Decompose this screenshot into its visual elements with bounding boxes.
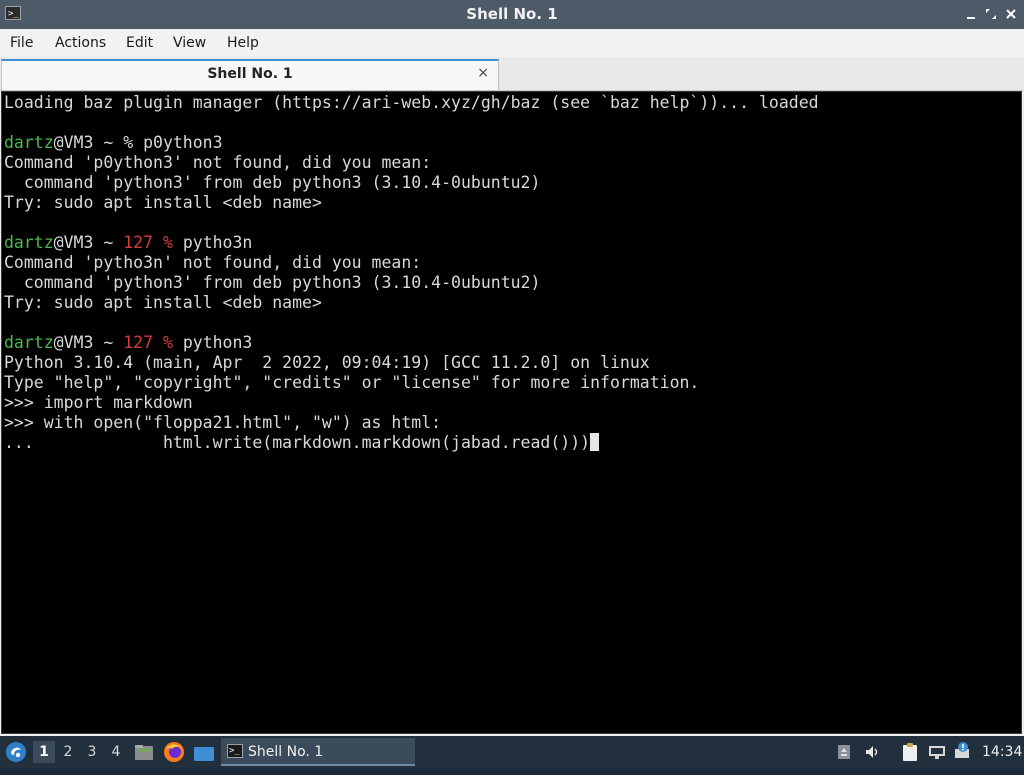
tab-shell-1[interactable]: Shell No. 1 × <box>1 59 499 90</box>
terminal-text: Loading baz plugin manager (https://ari-… <box>4 93 819 112</box>
terminal-text: Command 'pytho3n' not found, did you mea… <box>4 253 422 272</box>
terminal-line: dartz@VM3 ~ % p0ython3 <box>4 133 1021 153</box>
close-icon[interactable] <box>1003 6 1019 22</box>
terminal-window: >_ Shell No. 1 File Actions Edit View He… <box>0 0 1024 736</box>
clock[interactable]: 14:34 <box>982 736 1022 768</box>
terminal-output[interactable]: Loading baz plugin manager (https://ari-… <box>1 91 1022 734</box>
terminal-text: command 'python3' from deb python3 (3.10… <box>4 273 541 292</box>
terminal-text: Python 3.10.4 (main, Apr 2 2022, 09:04:1… <box>4 353 650 372</box>
menu-help[interactable]: Help <box>227 29 259 57</box>
title-bar[interactable]: >_ Shell No. 1 <box>0 0 1024 29</box>
menu-file[interactable]: File <box>10 29 33 57</box>
terminal-text: Type "help", "copyright", "credits" or "… <box>4 373 700 392</box>
volume-icon[interactable] <box>864 744 880 760</box>
terminal-text: command 'python3' from deb python3 (3.10… <box>4 173 541 192</box>
terminal-line: >>> import markdown <box>4 393 1021 413</box>
terminal-text: @VM3 ~ % p0ython3 <box>53 133 223 152</box>
workspace-1[interactable]: 1 <box>33 741 55 763</box>
terminal-text: ... html.write(markdown.markdown(jabad.r… <box>4 433 591 452</box>
clipboard-icon[interactable] <box>901 742 919 762</box>
terminal-text: Try: sudo apt install <deb name> <box>4 193 322 212</box>
terminal-line: Try: sudo apt install <deb name> <box>4 193 1021 213</box>
terminal-line: command 'python3' from deb python3 (3.10… <box>4 273 1021 293</box>
terminal-line: Try: sudo apt install <deb name> <box>4 293 1021 313</box>
taskbar: 1 2 3 4 >_ Shell No. 1 14:34 <box>0 736 1024 768</box>
terminal-text: >>> with open("floppa21.html", "w") as h… <box>4 413 442 432</box>
workspace-2[interactable]: 2 <box>57 741 79 763</box>
task-label: Shell No. 1 <box>248 744 324 760</box>
terminal-text: 127 % <box>123 333 173 352</box>
terminal-line: Python 3.10.4 (main, Apr 2 2022, 09:04:1… <box>4 353 1021 373</box>
terminal-text: pytho3n <box>172 233 253 252</box>
maximize-icon[interactable] <box>983 6 999 22</box>
terminal-line: ... html.write(markdown.markdown(jabad.r… <box>4 433 1021 453</box>
window-title: Shell No. 1 <box>466 5 558 23</box>
terminal-text: dartz <box>4 333 54 352</box>
terminal-text: @VM3 ~ <box>53 333 124 352</box>
terminal-cursor <box>590 433 600 451</box>
network-icon[interactable] <box>928 744 945 760</box>
start-menu-icon[interactable] <box>5 741 27 763</box>
menu-bar: File Actions Edit View Help <box>0 29 1024 57</box>
desktop-icon[interactable] <box>193 743 215 761</box>
taskbar-task-shell[interactable]: >_ Shell No. 1 <box>221 738 415 766</box>
terminal-line: Loading baz plugin manager (https://ari-… <box>4 93 1021 113</box>
workspace-3[interactable]: 3 <box>81 741 103 763</box>
terminal-text: >>> import markdown <box>4 393 193 412</box>
file-manager-icon[interactable] <box>134 742 154 762</box>
tab-label: Shell No. 1 <box>207 66 293 82</box>
terminal-text: dartz <box>4 133 54 152</box>
terminal-line: dartz@VM3 ~ 127 % python3 <box>4 333 1021 353</box>
tab-close-icon[interactable]: × <box>477 61 489 86</box>
terminal-line: Type "help", "copyright", "credits" or "… <box>4 373 1021 393</box>
menu-view[interactable]: View <box>173 29 206 57</box>
menu-edit[interactable]: Edit <box>126 29 153 57</box>
menu-actions[interactable]: Actions <box>55 29 106 57</box>
terminal-line: Command 'pytho3n' not found, did you mea… <box>4 253 1021 273</box>
tab-bar: Shell No. 1 × <box>0 57 1024 91</box>
terminal-text: Command 'p0ython3' not found, did you me… <box>4 153 432 172</box>
terminal-text: Try: sudo apt install <deb name> <box>4 293 322 312</box>
terminal-line: dartz@VM3 ~ 127 % pytho3n <box>4 233 1021 253</box>
terminal-text: @VM3 ~ <box>53 233 124 252</box>
usb-icon[interactable] <box>836 744 852 760</box>
terminal-line: Command 'p0ython3' not found, did you me… <box>4 153 1021 173</box>
terminal-text: python3 <box>172 333 253 352</box>
terminal-text: dartz <box>4 233 54 252</box>
notification-icon[interactable] <box>954 742 970 758</box>
terminal-line: >>> with open("floppa21.html", "w") as h… <box>4 413 1021 433</box>
terminal-task-icon: >_ <box>227 744 243 758</box>
minimize-icon[interactable] <box>963 6 979 22</box>
terminal-text: 127 % <box>123 233 173 252</box>
firefox-icon[interactable] <box>163 741 185 763</box>
workspace-4[interactable]: 4 <box>105 741 127 763</box>
terminal-line: command 'python3' from deb python3 (3.10… <box>4 173 1021 193</box>
